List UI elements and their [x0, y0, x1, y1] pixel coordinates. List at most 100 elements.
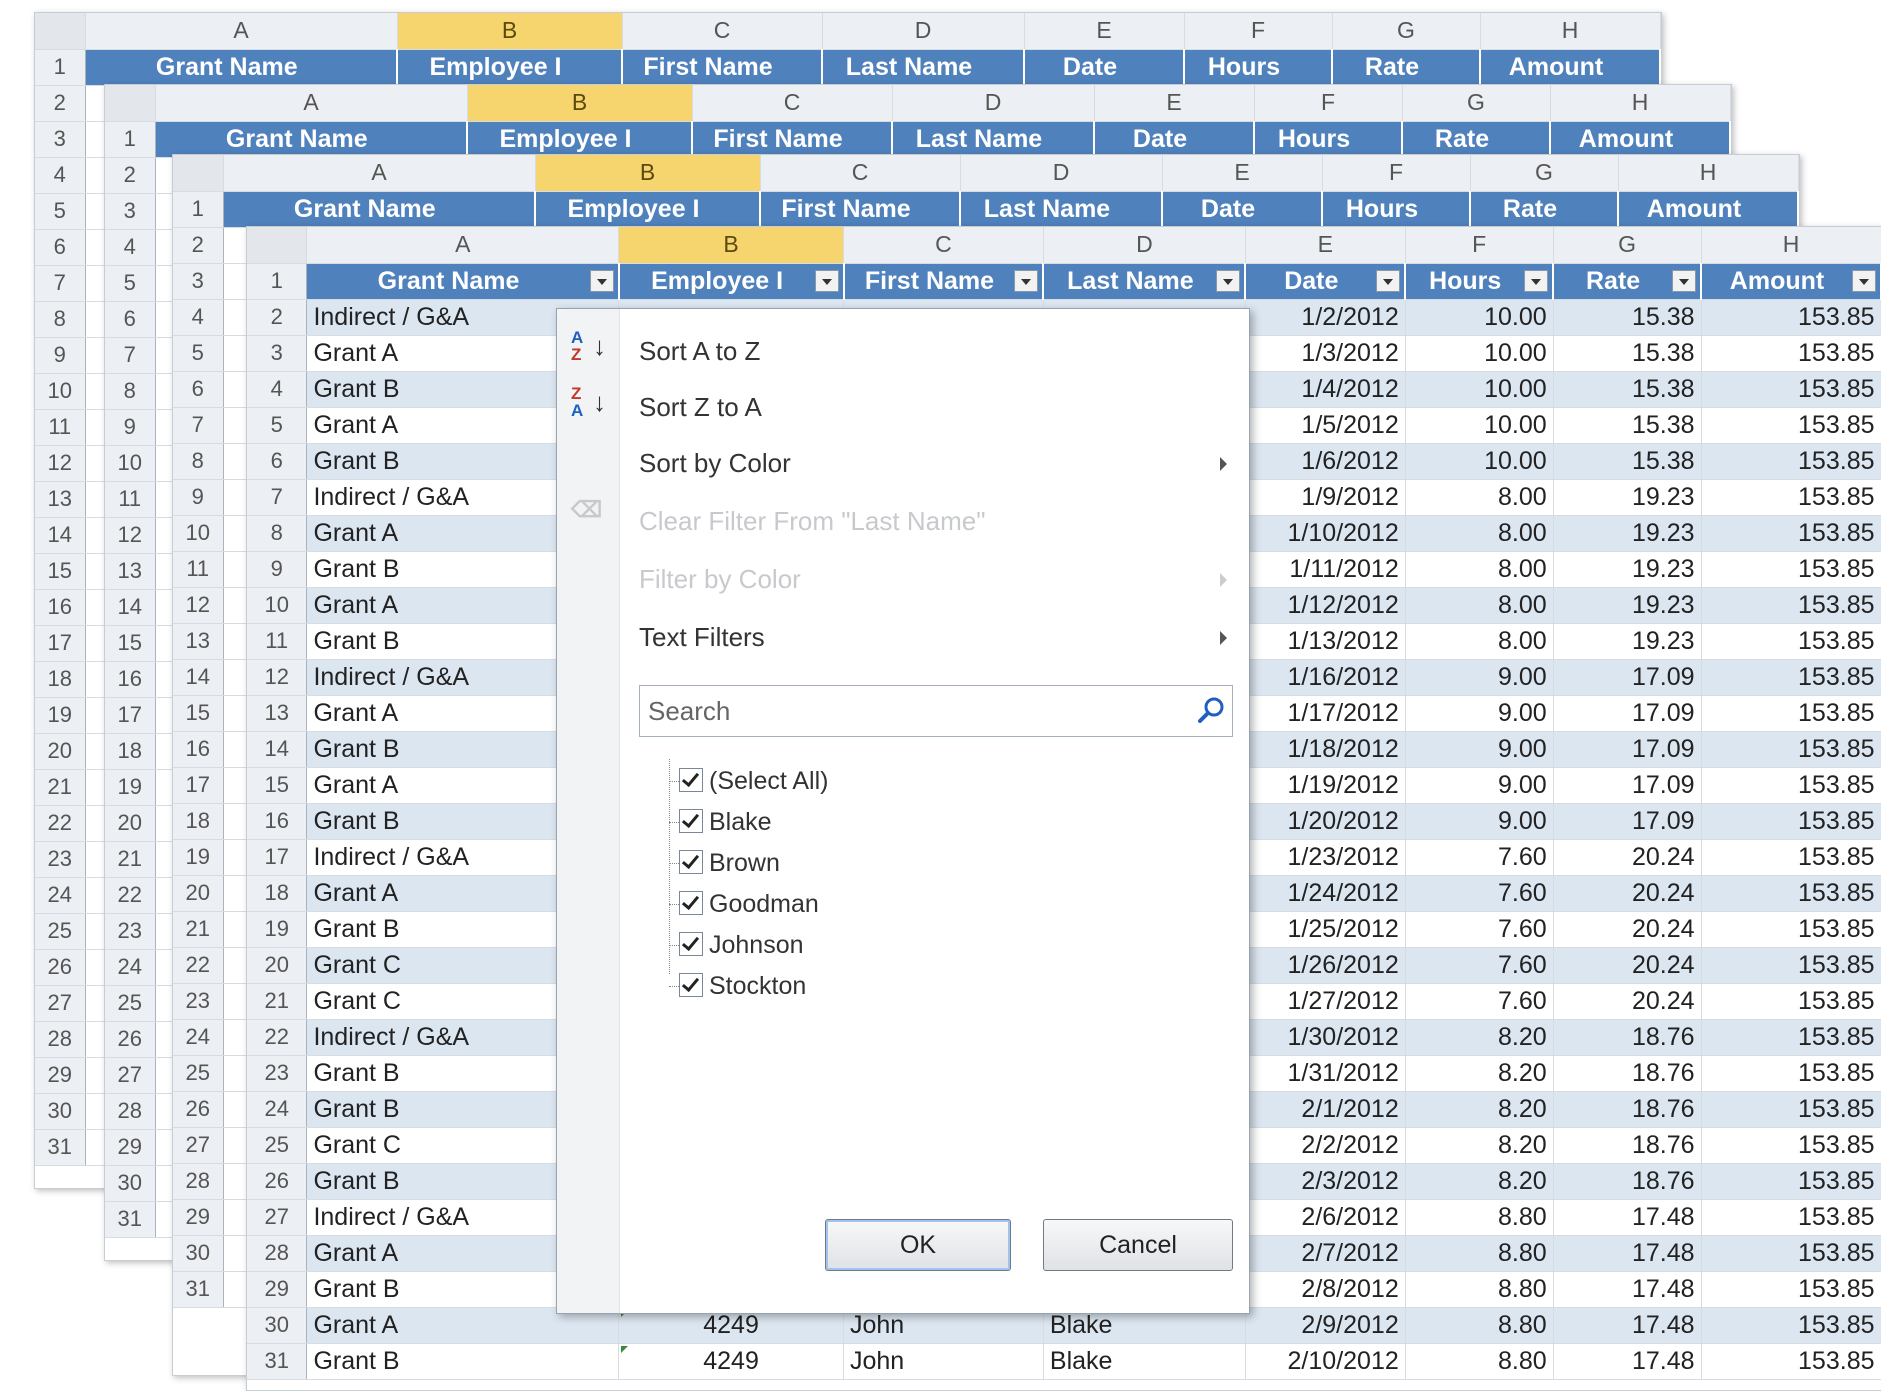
row-header[interactable]: 10: [35, 373, 86, 410]
amount-cell[interactable]: 153.85: [1701, 767, 1881, 804]
row-header[interactable]: 26: [105, 1021, 156, 1058]
row-header[interactable]: 21: [173, 911, 224, 948]
column-header-e[interactable]: E: [1162, 155, 1323, 192]
rate-cell[interactable]: 17.09: [1553, 767, 1702, 804]
column-header-f[interactable]: F: [1322, 155, 1471, 192]
hours-cell[interactable]: 9.00: [1405, 659, 1554, 696]
table-header-date[interactable]: Date: [1245, 263, 1407, 300]
row-header[interactable]: 17: [247, 839, 308, 876]
row-header[interactable]: 1: [35, 49, 86, 86]
table-header-cell[interactable]: Rate: [1332, 49, 1481, 86]
row-header[interactable]: 23: [35, 841, 86, 878]
row-header[interactable]: 20: [247, 947, 308, 984]
filter-option-goodman[interactable]: Goodman: [669, 884, 819, 924]
row-header[interactable]: 5: [247, 407, 308, 444]
rate-cell[interactable]: 17.48: [1553, 1343, 1702, 1380]
row-header[interactable]: 13: [173, 623, 224, 660]
amount-cell[interactable]: 153.85: [1701, 1199, 1881, 1236]
row-header[interactable]: 17: [35, 625, 86, 662]
text-filters-item[interactable]: Text Filters: [639, 617, 765, 657]
sort-z-to-a-item[interactable]: Sort Z to A: [639, 387, 762, 427]
amount-cell[interactable]: 153.85: [1701, 659, 1881, 696]
row-header[interactable]: 6: [247, 443, 308, 480]
row-header[interactable]: 2: [35, 85, 86, 122]
table-header-cell[interactable]: Employee I: [397, 49, 623, 86]
rate-cell[interactable]: 20.24: [1553, 911, 1702, 948]
hours-cell[interactable]: 9.00: [1405, 695, 1554, 732]
amount-cell[interactable]: 153.85: [1701, 983, 1881, 1020]
row-header[interactable]: 18: [247, 875, 308, 912]
hours-cell[interactable]: 8.20: [1405, 1127, 1554, 1164]
row-header[interactable]: 7: [247, 479, 308, 516]
amount-cell[interactable]: 153.85: [1701, 479, 1881, 516]
table-header-cell[interactable]: Grant Name: [85, 49, 398, 86]
rate-cell[interactable]: 19.23: [1553, 515, 1702, 552]
row-header[interactable]: 16: [247, 803, 308, 840]
rate-cell[interactable]: 17.48: [1553, 1271, 1702, 1308]
table-header-last-name[interactable]: Last Name: [1043, 263, 1247, 300]
hours-cell[interactable]: 8.80: [1405, 1343, 1554, 1380]
column-header-b[interactable]: B: [618, 227, 844, 264]
row-header[interactable]: 29: [247, 1271, 308, 1308]
row-header[interactable]: 24: [173, 1019, 224, 1056]
hours-cell[interactable]: 8.00: [1405, 623, 1554, 660]
row-header[interactable]: 29: [105, 1129, 156, 1166]
table-header-cell[interactable]: Date: [1024, 49, 1185, 86]
row-header[interactable]: 10: [105, 445, 156, 482]
row-header[interactable]: 19: [247, 911, 308, 948]
date-cell[interactable]: 1/5/2012: [1245, 407, 1406, 444]
column-header-g[interactable]: G: [1332, 13, 1481, 50]
row-header[interactable]: 11: [173, 551, 224, 588]
row-header[interactable]: 30: [173, 1235, 224, 1272]
amount-cell[interactable]: 153.85: [1701, 695, 1881, 732]
date-cell[interactable]: 1/26/2012: [1245, 947, 1406, 984]
column-header-c[interactable]: C: [622, 13, 823, 50]
row-header[interactable]: 20: [173, 875, 224, 912]
amount-cell[interactable]: 153.85: [1701, 875, 1881, 912]
row-header[interactable]: 7: [173, 407, 224, 444]
row-header[interactable]: 21: [35, 769, 86, 806]
row-header[interactable]: 6: [173, 371, 224, 408]
search-input[interactable]: [639, 685, 1233, 737]
hours-cell[interactable]: 10.00: [1405, 407, 1554, 444]
date-cell[interactable]: 1/6/2012: [1245, 443, 1406, 480]
row-header[interactable]: 31: [105, 1201, 156, 1238]
row-header[interactable]: 21: [247, 983, 308, 1020]
row-header[interactable]: 3: [35, 121, 86, 158]
hours-cell[interactable]: 8.20: [1405, 1163, 1554, 1200]
hours-cell[interactable]: 9.00: [1405, 767, 1554, 804]
column-header-d[interactable]: D: [892, 85, 1095, 122]
row-header[interactable]: 25: [247, 1127, 308, 1164]
row-header[interactable]: 9: [105, 409, 156, 446]
rate-cell[interactable]: 18.76: [1553, 1055, 1702, 1092]
amount-cell[interactable]: 153.85: [1701, 1235, 1881, 1272]
amount-cell[interactable]: 153.85: [1701, 443, 1881, 480]
column-header-d[interactable]: D: [822, 13, 1025, 50]
rate-cell[interactable]: 18.76: [1553, 1163, 1702, 1200]
date-cell[interactable]: 1/18/2012: [1245, 731, 1406, 768]
row-header[interactable]: 18: [105, 733, 156, 770]
rate-cell[interactable]: 18.76: [1553, 1091, 1702, 1128]
date-cell[interactable]: 1/23/2012: [1245, 839, 1406, 876]
column-header-e[interactable]: E: [1245, 227, 1406, 264]
row-header[interactable]: 9: [173, 479, 224, 516]
table-header-first-name[interactable]: First Name: [843, 263, 1045, 300]
row-header[interactable]: 12: [105, 517, 156, 554]
table-header-cell[interactable]: Hours: [1322, 191, 1471, 228]
row-header[interactable]: 30: [35, 1093, 86, 1130]
rate-cell[interactable]: 17.48: [1553, 1235, 1702, 1272]
row-header[interactable]: 1: [105, 121, 156, 158]
table-header-cell[interactable]: First Name: [692, 121, 893, 158]
row-header[interactable]: 12: [247, 659, 308, 696]
rate-cell[interactable]: 18.76: [1553, 1019, 1702, 1056]
filter-option-brown[interactable]: Brown: [669, 843, 780, 883]
column-header-f[interactable]: F: [1184, 13, 1333, 50]
row-header[interactable]: 14: [35, 517, 86, 554]
row-header[interactable]: 8: [105, 373, 156, 410]
table-header-cell[interactable]: Last Name: [822, 49, 1025, 86]
row-header[interactable]: 30: [105, 1165, 156, 1202]
table-header-cell[interactable]: Rate: [1470, 191, 1619, 228]
column-header-e[interactable]: E: [1094, 85, 1255, 122]
date-cell[interactable]: 1/19/2012: [1245, 767, 1406, 804]
row-header[interactable]: 31: [173, 1271, 224, 1308]
